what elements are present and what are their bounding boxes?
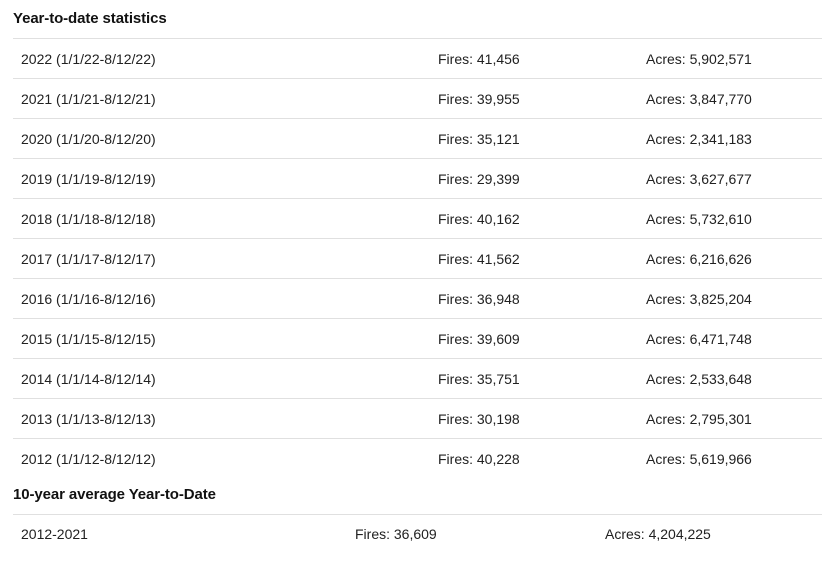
period-cell: 2016 (1/1/16-8/12/16) — [13, 278, 430, 319]
fires-cell: Fires: 29,399 — [430, 158, 638, 199]
period-cell: 2013 (1/1/13-8/12/13) — [13, 398, 430, 439]
period-cell: 2022 (1/1/22-8/12/22) — [13, 38, 430, 79]
fires-cell: Fires: 41,562 — [430, 238, 638, 279]
table-row: 2015 (1/1/15-8/12/15) Fires: 39,609 Acre… — [13, 318, 822, 359]
acres-cell: Acres: 5,619,966 — [638, 438, 822, 478]
fires-cell: Fires: 36,948 — [430, 278, 638, 319]
period-cell: 2017 (1/1/17-8/12/17) — [13, 238, 430, 279]
table-row: 2014 (1/1/14-8/12/14) Fires: 35,751 Acre… — [13, 358, 822, 399]
period-cell: 2019 (1/1/19-8/12/19) — [13, 158, 430, 199]
acres-cell: Acres: 6,216,626 — [638, 238, 822, 279]
acres-cell: Acres: 2,533,648 — [638, 358, 822, 399]
period-cell: 2012-2021 — [13, 514, 347, 553]
table-row: 2019 (1/1/19-8/12/19) Fires: 29,399 Acre… — [13, 158, 822, 199]
table-row: 2022 (1/1/22-8/12/22) Fires: 41,456 Acre… — [13, 38, 822, 79]
period-cell: 2012 (1/1/12-8/12/12) — [13, 438, 430, 478]
acres-cell: Acres: 3,825,204 — [638, 278, 822, 319]
ytd-statistics-table: 2022 (1/1/22-8/12/22) Fires: 41,456 Acre… — [13, 38, 822, 478]
period-cell: 2015 (1/1/15-8/12/15) — [13, 318, 430, 359]
acres-cell: Acres: 6,471,748 — [638, 318, 822, 359]
period-cell: 2018 (1/1/18-8/12/18) — [13, 198, 430, 239]
fires-cell: Fires: 35,751 — [430, 358, 638, 399]
fires-cell: Fires: 36,609 — [347, 514, 597, 553]
table-row: 2021 (1/1/21-8/12/21) Fires: 39,955 Acre… — [13, 78, 822, 119]
ten-year-average-table: 2012-2021 Fires: 36,609 Acres: 4,204,225 — [13, 514, 822, 553]
fires-cell: Fires: 30,198 — [430, 398, 638, 439]
acres-cell: Acres: 5,902,571 — [638, 38, 822, 79]
acres-cell: Acres: 3,847,770 — [638, 78, 822, 119]
ten-year-average-heading: 10-year average Year-to-Date — [13, 486, 216, 503]
table-row: 2012-2021 Fires: 36,609 Acres: 4,204,225 — [13, 514, 822, 553]
table-row: 2013 (1/1/13-8/12/13) Fires: 30,198 Acre… — [13, 398, 822, 439]
acres-cell: Acres: 2,341,183 — [638, 118, 822, 159]
period-cell: 2014 (1/1/14-8/12/14) — [13, 358, 430, 399]
fires-cell: Fires: 41,456 — [430, 38, 638, 79]
fires-cell: Fires: 39,955 — [430, 78, 638, 119]
fires-cell: Fires: 40,228 — [430, 438, 638, 478]
acres-cell: Acres: 4,204,225 — [597, 514, 822, 553]
table-row: 2012 (1/1/12-8/12/12) Fires: 40,228 Acre… — [13, 438, 822, 478]
fires-cell: Fires: 39,609 — [430, 318, 638, 359]
table-row: 2018 (1/1/18-8/12/18) Fires: 40,162 Acre… — [13, 198, 822, 239]
period-cell: 2021 (1/1/21-8/12/21) — [13, 78, 430, 119]
ytd-statistics-heading: Year-to-date statistics — [13, 10, 167, 27]
acres-cell: Acres: 3,627,677 — [638, 158, 822, 199]
acres-cell: Acres: 5,732,610 — [638, 198, 822, 239]
table-row: 2017 (1/1/17-8/12/17) Fires: 41,562 Acre… — [13, 238, 822, 279]
fires-cell: Fires: 40,162 — [430, 198, 638, 239]
fires-cell: Fires: 35,121 — [430, 118, 638, 159]
table-row: 2020 (1/1/20-8/12/20) Fires: 35,121 Acre… — [13, 118, 822, 159]
table-row: 2016 (1/1/16-8/12/16) Fires: 36,948 Acre… — [13, 278, 822, 319]
period-cell: 2020 (1/1/20-8/12/20) — [13, 118, 430, 159]
acres-cell: Acres: 2,795,301 — [638, 398, 822, 439]
